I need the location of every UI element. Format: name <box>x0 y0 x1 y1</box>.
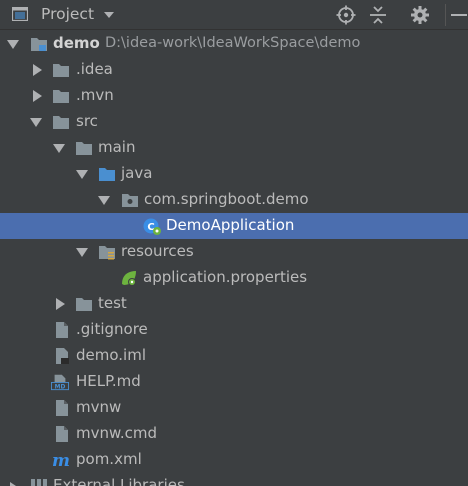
collapsed-arrow-icon[interactable] <box>56 298 65 310</box>
tree-node-mvnw[interactable]: mvnw <box>0 395 468 421</box>
chevron-down-icon[interactable] <box>104 12 114 18</box>
tree-node-application-properties[interactable]: application.properties <box>0 265 468 291</box>
svg-text:m: m <box>52 451 70 469</box>
tree-label: .mvn <box>76 86 114 104</box>
project-view-title[interactable]: Project <box>41 5 94 23</box>
tree-node-gitignore[interactable]: .gitignore <box>0 317 468 343</box>
locate-icon[interactable] <box>336 5 356 25</box>
tree-label: resources <box>121 242 194 260</box>
folder-icon <box>53 64 69 77</box>
expand-arrow-icon[interactable] <box>53 144 65 153</box>
tree-node-resources[interactable]: resources <box>0 239 468 265</box>
tree-node-demo-iml[interactable]: demo.iml <box>0 343 468 369</box>
tree-label: application.properties <box>143 268 308 286</box>
tree-label: mvnw.cmd <box>76 424 158 442</box>
expand-arrow-icon[interactable] <box>98 196 110 205</box>
folder-icon <box>76 142 92 155</box>
tree-node-mvn[interactable]: .mvn <box>0 83 468 109</box>
tree-label: DemoApplication <box>166 216 295 234</box>
tree-label: test <box>98 294 127 312</box>
expand-arrow-icon[interactable] <box>30 118 42 127</box>
tree-node-idea[interactable]: .idea <box>0 57 468 83</box>
library-icon <box>31 479 47 486</box>
tree-node-external-libraries[interactable]: External Libraries <box>0 473 468 486</box>
text-file-icon <box>56 322 68 338</box>
tree-label: com.springboot.demo <box>144 190 309 208</box>
folder-icon <box>76 298 92 311</box>
tree-label: demo.iml <box>76 346 146 364</box>
svg-text:MD: MD <box>55 385 66 391</box>
tree-label: main <box>98 138 136 156</box>
maven-icon: m <box>52 451 70 469</box>
expand-arrow-icon[interactable] <box>76 248 88 257</box>
tree-node-java[interactable]: java <box>0 161 468 187</box>
tree-node-src[interactable]: src <box>0 109 468 135</box>
tree-node-package[interactable]: com.springboot.demo <box>0 187 468 213</box>
tree-label: pom.xml <box>76 450 142 468</box>
source-folder-icon <box>99 168 115 181</box>
tree-label: java <box>121 164 153 182</box>
package-icon <box>122 194 138 207</box>
tree-label: External Libraries <box>53 476 185 486</box>
expand-arrow-icon[interactable] <box>7 40 19 49</box>
tree-label: HELP.md <box>76 372 141 390</box>
collapse-all-icon[interactable] <box>368 5 388 25</box>
text-file-icon <box>56 400 68 416</box>
hide-icon[interactable] <box>450 5 468 25</box>
tree-label: mvnw <box>76 398 122 416</box>
expand-arrow-icon[interactable] <box>76 170 88 179</box>
tree-node-main[interactable]: main <box>0 135 468 161</box>
toolbar-separator <box>445 4 446 26</box>
spring-properties-icon <box>122 271 136 286</box>
tree-node-pom-xml[interactable]: m pom.xml <box>0 447 468 473</box>
tree-node-test[interactable]: test <box>0 291 468 317</box>
collapsed-arrow-icon[interactable] <box>33 64 42 76</box>
tree-node-demo-application[interactable]: C DemoApplication <box>0 213 468 239</box>
project-tool-window-header: Project <box>0 0 468 30</box>
tree-label: .gitignore <box>76 320 148 338</box>
tree-node-help-md[interactable]: MD HELP.md <box>0 369 468 395</box>
tree-label: src <box>76 112 98 130</box>
module-file-icon <box>56 348 69 364</box>
module-folder-icon <box>31 38 47 51</box>
folder-icon <box>53 90 69 103</box>
markdown-file-icon: MD <box>51 374 69 391</box>
tree-label: demo <box>53 34 100 52</box>
project-icon <box>12 7 28 21</box>
tree-node-demo[interactable]: demo D:\idea-work\IdeaWorkSpace\demo <box>0 31 468 57</box>
spring-boot-class-icon: C <box>143 218 161 235</box>
collapsed-arrow-icon[interactable] <box>10 482 19 486</box>
resources-folder-icon <box>99 246 115 260</box>
tree-label: .idea <box>76 60 113 78</box>
module-path: D:\idea-work\IdeaWorkSpace\demo <box>105 35 361 51</box>
tree-node-mvnw-cmd[interactable]: mvnw.cmd <box>0 421 468 447</box>
gear-icon[interactable] <box>410 5 430 25</box>
collapsed-arrow-icon[interactable] <box>33 90 42 102</box>
folder-icon <box>53 116 69 129</box>
text-file-icon <box>56 426 68 442</box>
